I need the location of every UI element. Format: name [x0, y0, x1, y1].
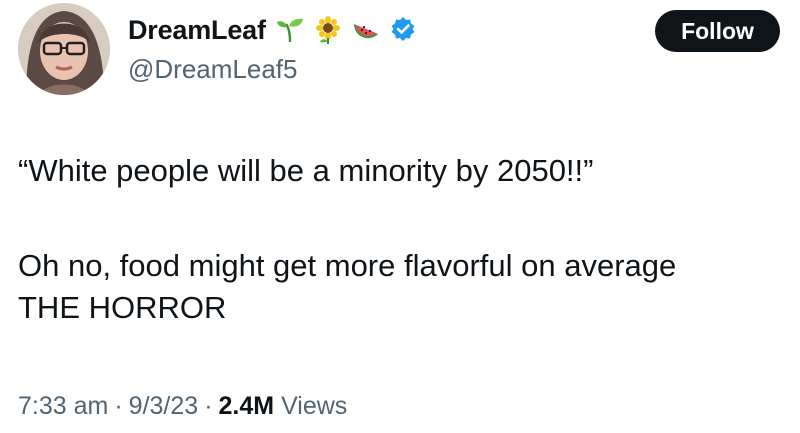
sunflower-icon [314, 16, 342, 44]
tweet-card: DreamLeaf @DreamLeaf5 Follow “White peop… [0, 0, 800, 433]
user-handle[interactable]: @DreamLeaf5 [128, 54, 418, 85]
tweet-text: “White people will be a minority by 2050… [18, 150, 788, 329]
tweet-meta: 7:33 am · 9/3/23 · 2.4M Views [18, 392, 347, 421]
display-name[interactable]: DreamLeaf [128, 15, 266, 46]
views-count[interactable]: 2.4M [219, 392, 275, 420]
tweet-header: DreamLeaf @DreamLeaf5 [128, 12, 418, 85]
tweet-text-line: “White people will be a minority by 2050… [18, 153, 594, 188]
tweet-text-line: THE HORROR [18, 290, 227, 325]
views-label: Views [281, 392, 348, 420]
tweet-date[interactable]: 9/3/23 [129, 392, 199, 420]
avatar[interactable] [18, 3, 110, 95]
name-row: DreamLeaf [128, 12, 418, 48]
verified-badge-icon[interactable] [390, 16, 418, 44]
tweet-text-line: Oh no, food might get more flavorful on … [18, 248, 677, 283]
meta-separator: · [204, 392, 213, 420]
seedling-icon [276, 16, 304, 44]
follow-button[interactable]: Follow [655, 10, 780, 52]
meta-separator: · [114, 392, 123, 420]
watermelon-icon [352, 16, 380, 44]
tweet-time[interactable]: 7:33 am [18, 392, 108, 420]
